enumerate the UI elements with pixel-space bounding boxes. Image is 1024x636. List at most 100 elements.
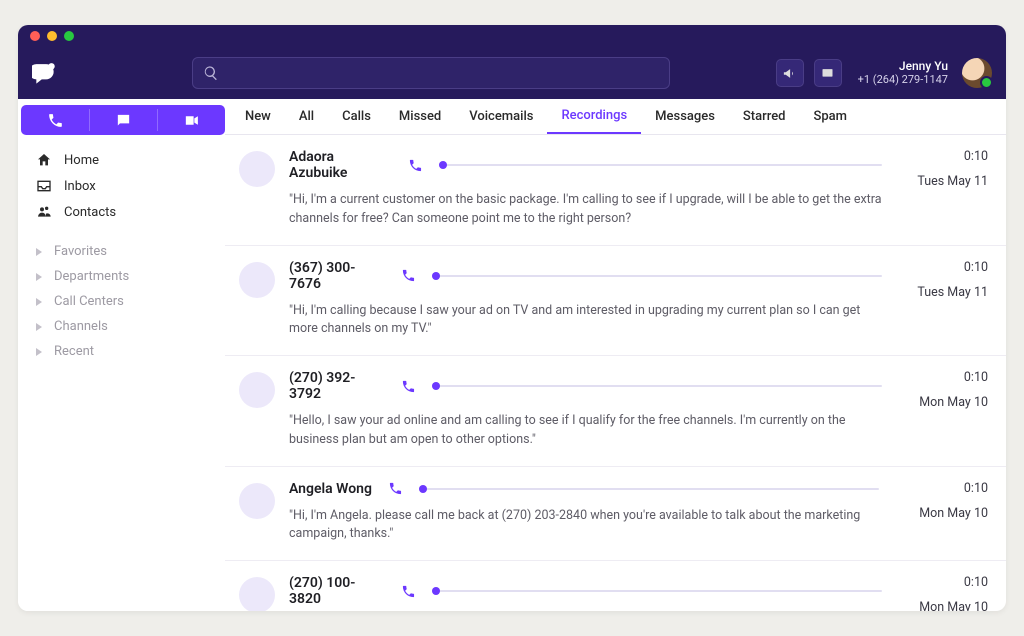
- recordings-list: Adaora Azubuike "Hi, I'm a current custo…: [225, 135, 1006, 611]
- user-name: Jenny Yu: [858, 59, 948, 73]
- sidebar-item-label: Channels: [54, 319, 108, 334]
- playback-progress[interactable]: [439, 164, 882, 166]
- sidebar-item-departments[interactable]: Departments: [26, 264, 217, 289]
- secondary-nav: Favorites Departments Call Centers Chann…: [18, 235, 225, 368]
- phone-icon: [47, 112, 64, 129]
- window-minimize-icon[interactable]: [47, 31, 57, 41]
- tab-calls[interactable]: Calls: [328, 99, 385, 134]
- present-icon: [820, 66, 835, 81]
- phone-icon[interactable]: [388, 481, 403, 496]
- caller-avatar: [239, 483, 275, 519]
- tab-starred[interactable]: Starred: [729, 99, 800, 134]
- primary-nav: Home Inbox Contacts: [18, 143, 225, 229]
- sidebar-item-favorites[interactable]: Favorites: [26, 239, 217, 264]
- search-input[interactable]: [192, 57, 670, 89]
- playback-progress[interactable]: [419, 488, 879, 490]
- inbox-icon: [36, 178, 52, 194]
- caller-avatar: [239, 262, 275, 298]
- user-phone: +1 (264) 279-1147: [858, 73, 948, 87]
- chevron-right-icon: [36, 248, 42, 256]
- announcement-button[interactable]: [776, 59, 804, 87]
- phone-icon[interactable]: [408, 158, 423, 173]
- caller-avatar: [239, 151, 275, 187]
- window-close-icon[interactable]: [30, 31, 40, 41]
- recording-transcript: "Hi, I'm Angela. please call me back at …: [289, 507, 882, 545]
- new-video-button[interactable]: [157, 105, 225, 135]
- tab-messages[interactable]: Messages: [641, 99, 729, 134]
- video-icon: [183, 112, 200, 129]
- home-icon: [36, 152, 52, 168]
- search-icon: [203, 65, 219, 81]
- sidebar-item-label: Departments: [54, 269, 129, 284]
- recording-transcript: "Hello, I saw your ad online and am call…: [289, 412, 882, 450]
- tabs: New All Calls Missed Voicemails Recordin…: [225, 99, 1006, 135]
- caller-name: Angela Wong: [289, 481, 372, 497]
- recording-duration: 0:10: [896, 575, 988, 590]
- chevron-right-icon: [36, 273, 42, 281]
- sidebar-item-label: Favorites: [54, 244, 107, 259]
- caller-name: (270) 100-3820: [289, 575, 385, 607]
- app-window: Jenny Yu +1 (264) 279-1147: [18, 25, 1006, 611]
- playback-progress[interactable]: [432, 385, 882, 387]
- caller-name: Adaora Azubuike: [289, 149, 392, 181]
- chevron-right-icon: [36, 298, 42, 306]
- recording-transcript: "Hi, I'm calling because I saw your ad o…: [289, 302, 882, 340]
- sidebar-item-call-centers[interactable]: Call Centers: [26, 289, 217, 314]
- phone-icon[interactable]: [401, 268, 416, 283]
- sidebar-item-label: Contacts: [64, 205, 116, 220]
- message-icon: [115, 112, 132, 129]
- recording-row[interactable]: (270) 392-3792 "Hello, I saw your ad onl…: [225, 356, 1006, 467]
- titlebar: [18, 25, 1006, 47]
- caller-name: (270) 392-3792: [289, 370, 385, 402]
- tab-spam[interactable]: Spam: [800, 99, 862, 134]
- sidebar-item-home[interactable]: Home: [26, 147, 217, 173]
- tab-all[interactable]: All: [285, 99, 328, 134]
- recording-row[interactable]: (367) 300-7676 "Hi, I'm calling because …: [225, 246, 1006, 357]
- playback-progress[interactable]: [432, 275, 882, 277]
- sidebar-item-channels[interactable]: Channels: [26, 314, 217, 339]
- window-maximize-icon[interactable]: [64, 31, 74, 41]
- tab-recordings[interactable]: Recordings: [547, 99, 641, 134]
- recording-duration: 0:10: [896, 481, 988, 496]
- main: New All Calls Missed Voicemails Recordin…: [225, 99, 1006, 611]
- phone-icon[interactable]: [401, 379, 416, 394]
- topbar-right: Jenny Yu +1 (264) 279-1147: [776, 58, 992, 88]
- sidebar-item-inbox[interactable]: Inbox: [26, 173, 217, 199]
- sidebar-item-recent[interactable]: Recent: [26, 339, 217, 364]
- sidebar-item-label: Home: [64, 153, 99, 168]
- user-info[interactable]: Jenny Yu +1 (264) 279-1147: [858, 59, 948, 87]
- recording-date: Mon May 10: [896, 395, 988, 410]
- sidebar-item-label: Call Centers: [54, 294, 124, 309]
- playback-progress[interactable]: [432, 590, 882, 592]
- recording-date: Mon May 10: [896, 600, 988, 611]
- contacts-icon: [36, 204, 52, 220]
- caller-name: (367) 300-7676: [289, 260, 385, 292]
- app-logo-icon[interactable]: [32, 62, 58, 84]
- tab-voicemails[interactable]: Voicemails: [455, 99, 547, 134]
- sidebar-item-label: Inbox: [64, 179, 96, 194]
- megaphone-icon: [782, 66, 797, 81]
- recording-duration: 0:10: [896, 260, 988, 275]
- phone-icon[interactable]: [401, 584, 416, 599]
- recording-duration: 0:10: [896, 149, 988, 164]
- sidebar-item-contacts[interactable]: Contacts: [26, 199, 217, 225]
- recording-row[interactable]: Adaora Azubuike "Hi, I'm a current custo…: [225, 135, 1006, 246]
- recording-row[interactable]: (270) 100-3820 "Hi I'd like to cancel my…: [225, 561, 1006, 611]
- avatar[interactable]: [962, 58, 992, 88]
- recording-transcript: "Hi, I'm a current customer on the basic…: [289, 191, 882, 229]
- quick-actions: [18, 105, 225, 135]
- new-call-button[interactable]: [21, 105, 89, 135]
- sidebar: Home Inbox Contacts Favorites: [18, 99, 225, 611]
- new-message-button[interactable]: [89, 105, 157, 135]
- tab-new[interactable]: New: [231, 99, 285, 134]
- tab-missed[interactable]: Missed: [385, 99, 455, 134]
- caller-avatar: [239, 577, 275, 611]
- recording-date: Tues May 11: [896, 285, 988, 300]
- recording-date: Tues May 11: [896, 174, 988, 189]
- recording-row[interactable]: Angela Wong "Hi, I'm Angela. please call…: [225, 467, 1006, 562]
- caller-avatar: [239, 372, 275, 408]
- topbar: Jenny Yu +1 (264) 279-1147: [18, 47, 1006, 99]
- chevron-right-icon: [36, 348, 42, 356]
- present-button[interactable]: [814, 59, 842, 87]
- sidebar-item-label: Recent: [54, 344, 94, 359]
